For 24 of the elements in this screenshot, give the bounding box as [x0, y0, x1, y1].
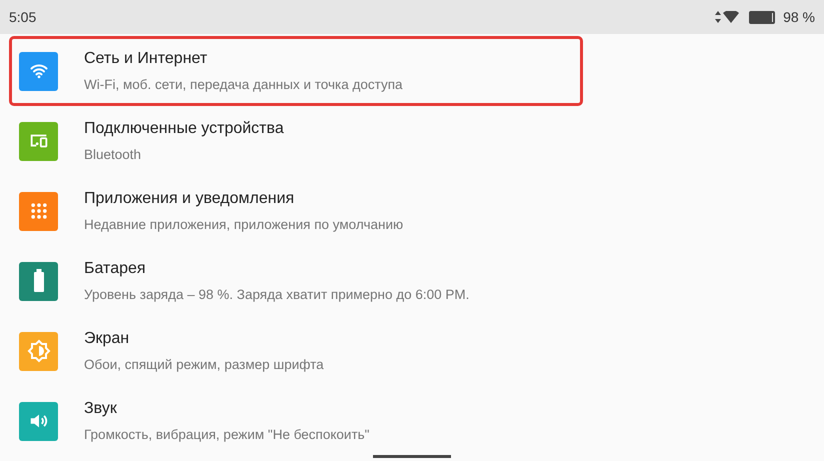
item-title: Подключенные устройства	[84, 118, 284, 139]
settings-item[interactable]: Подключенные устройства Bluetooth	[9, 106, 583, 176]
battery-percent: 98 %	[783, 8, 815, 26]
data-arrows-icon	[715, 11, 722, 23]
item-subtitle: Wi-Fi, моб. сети, передача данных и точка доступа	[84, 76, 403, 94]
item-subtitle: Недавние приложения, приложения по умолчанию	[84, 216, 404, 234]
settings-item[interactable]: Звук Громкость, вибрация, режим "Не беспокоить"	[9, 386, 583, 456]
item-subtitle: Обои, спящий режим, размер шрифта	[84, 356, 324, 374]
item-title: Сеть и Интернет	[84, 48, 208, 69]
settings-item[interactable]: Экран Обои, спящий режим, размер шрифта	[9, 316, 583, 386]
item-subtitle: Уровень заряда – 98 %. Заряда хватит примерно до 6:00 PM.	[84, 286, 470, 304]
settings-item[interactable]: Приложения и уведомления Недавние приложения, приложения по умолчанию	[9, 176, 583, 246]
item-title: Звук	[84, 398, 118, 419]
settings-item[interactable]: Батарея Уровень заряда – 98 %. Заряда хватит примерно до 6:00 PM.	[9, 246, 583, 316]
settings-item[interactable]: Сеть и Интернет Wi-Fi, моб. сети, передача данных и точка доступа	[9, 36, 583, 106]
item-title: Приложения и уведомления	[84, 188, 296, 209]
grid-icon	[28, 201, 48, 221]
item-title: Батарея	[84, 258, 147, 279]
clock-time: 5:05	[9, 8, 36, 26]
item-subtitle: Bluetooth	[84, 146, 142, 164]
brightness-icon	[26, 339, 50, 363]
battery-icon	[32, 269, 46, 293]
item-subtitle: Громкость, вибрация, режим "Не беспокоить"	[84, 426, 370, 444]
item-title: Экран	[84, 328, 130, 349]
